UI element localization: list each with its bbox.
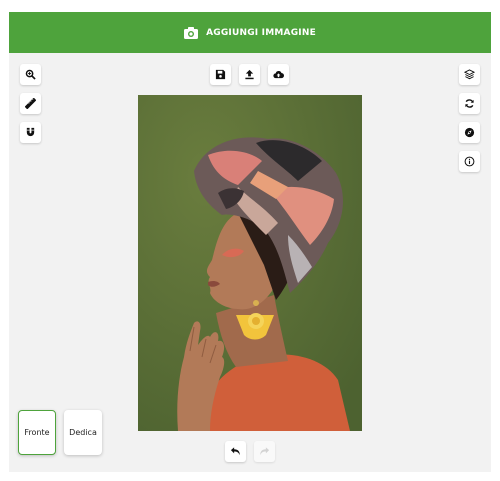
magnet-button[interactable] <box>20 122 41 143</box>
upload-button[interactable] <box>239 64 260 85</box>
ruler-button[interactable] <box>20 93 41 114</box>
compass-icon <box>464 127 475 138</box>
save-button[interactable] <box>210 64 231 85</box>
page-card-label: Fronte <box>24 428 50 437</box>
page-card-dedication[interactable]: Dedica <box>64 410 102 455</box>
refresh-icon <box>465 99 474 108</box>
page-card-front[interactable]: Fronte <box>18 410 56 455</box>
upload-icon <box>245 69 254 80</box>
save-icon <box>215 69 226 80</box>
info-button[interactable] <box>459 151 480 172</box>
portrait-photo <box>138 95 362 431</box>
add-image-header[interactable]: AGGIUNGI IMMAGINE <box>9 12 491 53</box>
undo-button[interactable] <box>225 441 246 462</box>
layers-icon <box>464 69 475 80</box>
info-icon <box>464 156 475 167</box>
zoom-in-icon <box>25 69 36 80</box>
redo-icon <box>260 447 270 456</box>
cloud-upload-icon <box>273 70 284 79</box>
ruler-icon <box>25 98 36 109</box>
cloud-upload-button[interactable] <box>268 64 289 85</box>
undo-icon <box>230 447 240 456</box>
redo-button[interactable] <box>254 441 275 462</box>
zoom-button[interactable] <box>20 64 41 85</box>
canvas-image[interactable] <box>138 95 362 431</box>
header-title: AGGIUNGI IMMAGINE <box>206 27 316 38</box>
compass-button[interactable] <box>459 122 480 143</box>
magnet-icon <box>26 127 35 137</box>
refresh-button[interactable] <box>459 93 480 114</box>
camera-icon <box>184 26 199 39</box>
page-card-label: Dedica <box>69 428 97 437</box>
editor-panel: AGGIUNGI IMMAGINE Fronte Dedica <box>9 12 491 472</box>
layers-button[interactable] <box>459 64 480 85</box>
